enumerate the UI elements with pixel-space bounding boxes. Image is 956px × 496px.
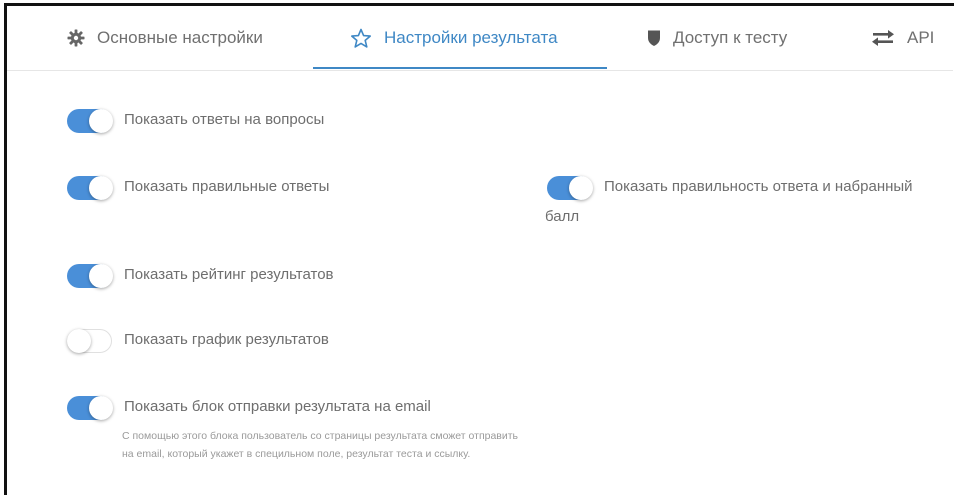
setting-show-correct-answers: Показать правильные ответы [67,176,329,200]
tab-main-settings[interactable]: Основные настройки [67,6,263,70]
setting-label: Показать рейтинг результатов [124,266,334,283]
tab-result-settings[interactable]: Настройки результата [350,6,558,70]
active-tab-indicator [313,67,607,69]
setting-label-continuation: балл [545,208,580,225]
setting-label: Показать правильные ответы [124,178,330,195]
setting-show-answers: Показать ответы на вопросы [67,109,324,133]
setting-label: Показать блок отправки результата на ema… [124,398,431,415]
tab-api[interactable]: API [871,6,934,70]
toggle-show-email-block[interactable] [67,396,113,420]
tab-test-access[interactable]: Доступ к тесту [647,6,787,70]
star-icon [350,28,372,49]
setting-show-rating: Показать рейтинг результатов [67,264,334,288]
tab-label: Основные настройки [97,28,263,47]
setting-show-email-block: Показать блок отправки результата на ema… [67,396,431,420]
tab-label: Доступ к тесту [673,28,788,47]
toggle-show-answers[interactable] [67,109,113,133]
setting-label: Показать правильность ответа и набранный [604,178,913,195]
setting-label: Показать ответы на вопросы [124,111,325,128]
toggle-show-chart[interactable] [67,329,112,353]
toggle-show-correctness-score[interactable] [547,176,593,200]
toggle-show-correct-answers[interactable] [67,176,113,200]
setting-show-correctness-score: Показать правильность ответа и набранный [547,176,913,200]
email-block-help-text: С помощью этого блока пользователь со ст… [122,430,519,460]
tab-label: Настройки результата [384,28,558,47]
toggle-show-rating[interactable] [67,264,113,288]
tab-bar: Основные настройки Настройки результата … [7,6,953,71]
settings-panel: Основные настройки Настройки результата … [4,3,954,495]
setting-label: Показать график результатов [124,331,329,348]
arrows-exchange-icon [871,30,895,46]
shield-icon [647,29,661,47]
gear-icon [67,29,85,47]
setting-show-chart: Показать график результатов [67,329,329,353]
tab-label: API [907,28,935,47]
